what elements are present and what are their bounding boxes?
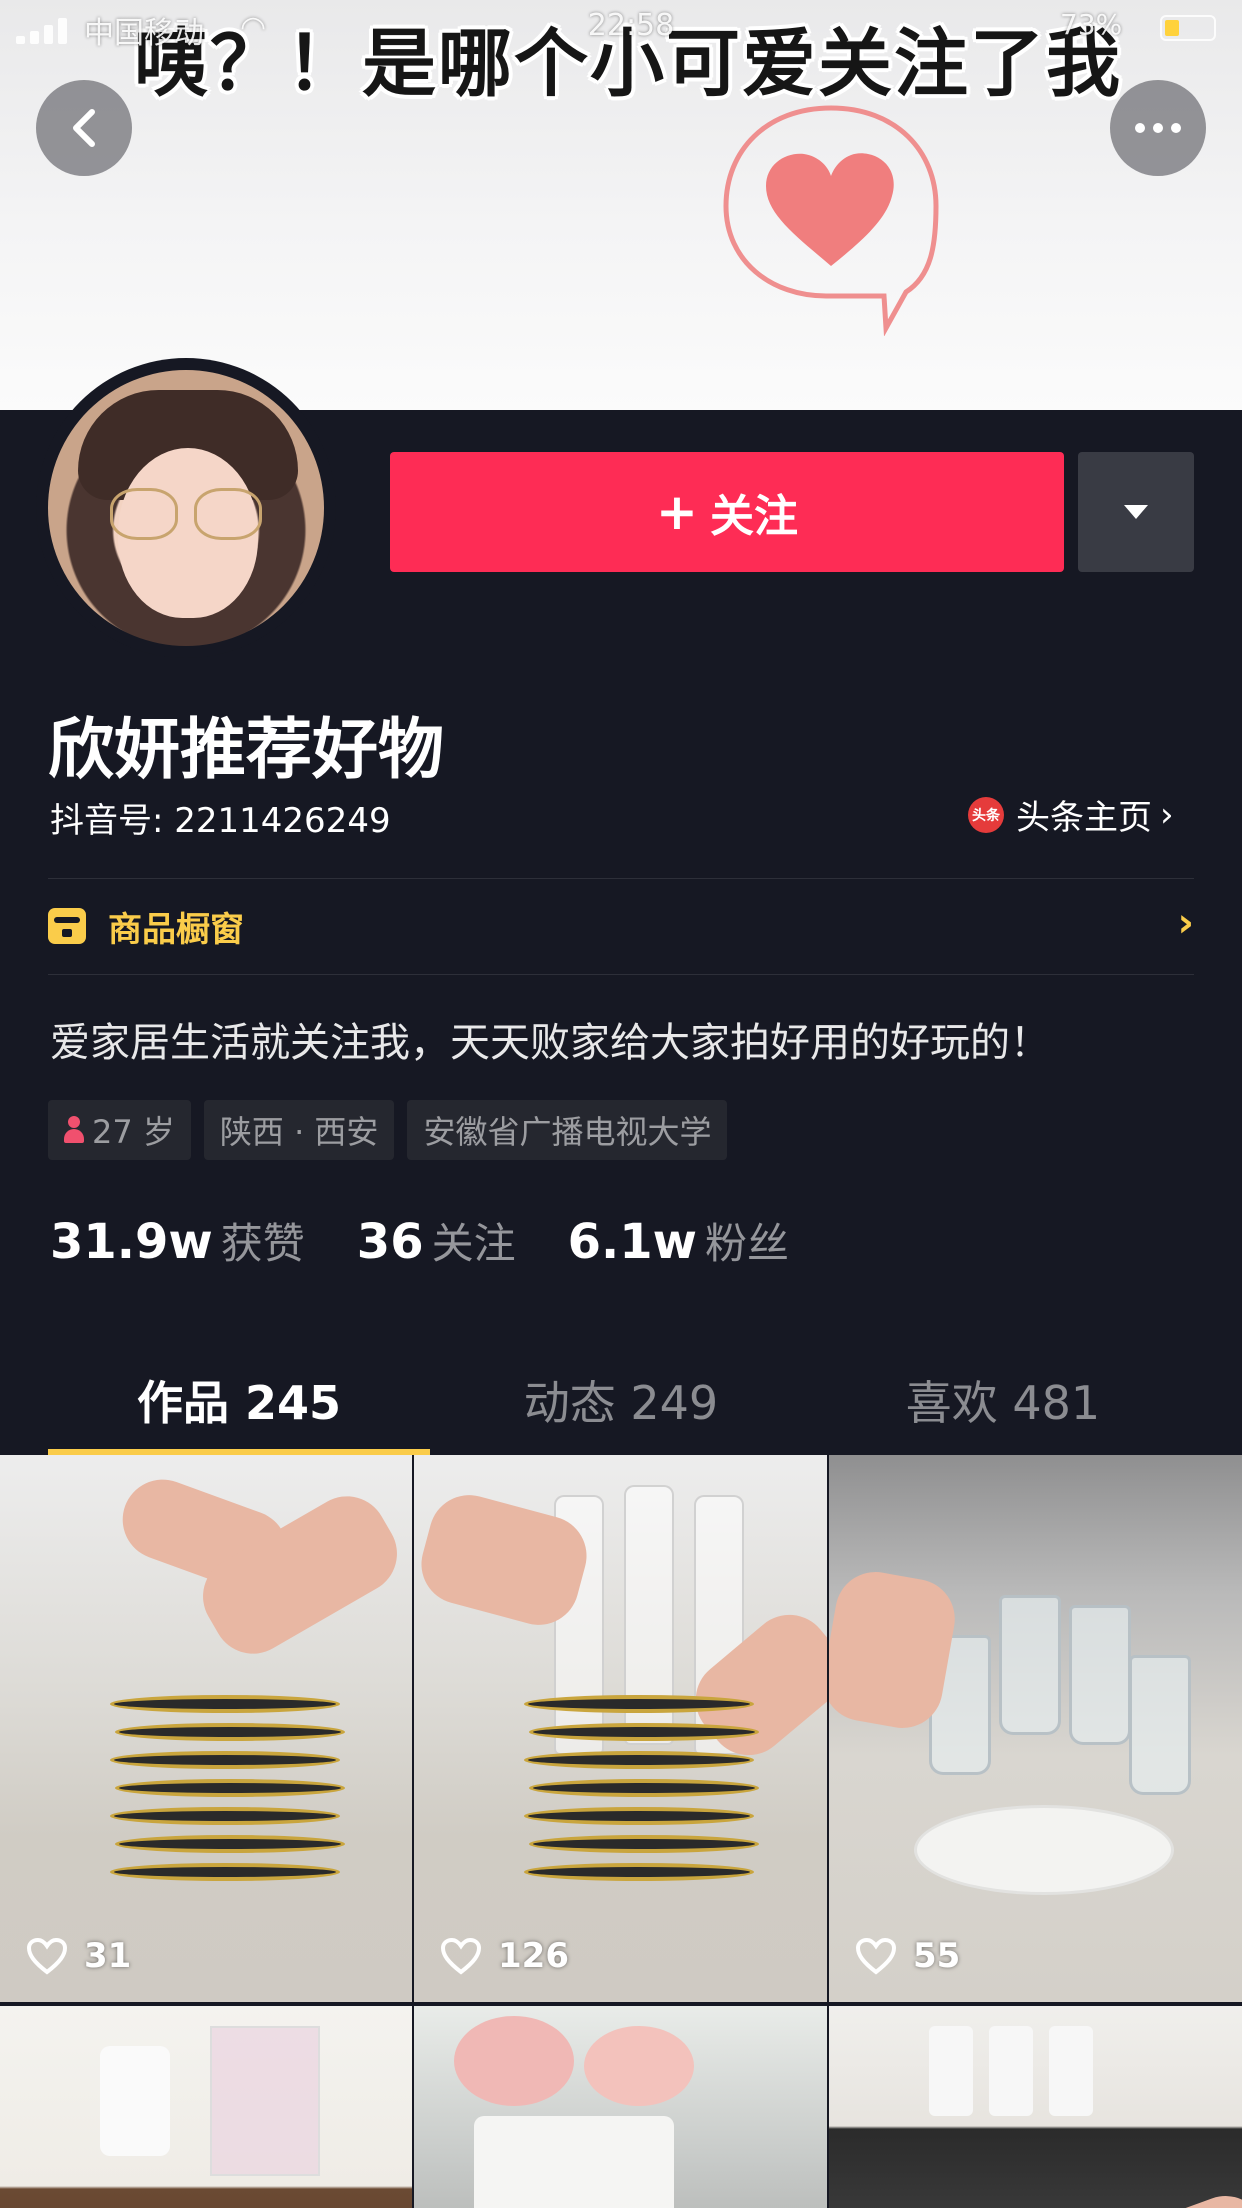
like-count: 126: [498, 1936, 569, 1976]
wifi-icon: ◠: [240, 10, 267, 45]
video-thumbnail[interactable]: 126: [414, 1455, 827, 2002]
video-thumbnail[interactable]: [0, 2006, 412, 2208]
profile-cover: 咦？！是哪个小可爱关注了我 中国移动 ◠ 22:58 73%: [0, 0, 1242, 410]
video-thumbnail[interactable]: [829, 2006, 1242, 2208]
chevron-right-icon: ›: [1160, 794, 1174, 835]
toutiao-label: 头条主页: [1016, 798, 1152, 838]
location-tag: 陕西 · 西安: [203, 1100, 395, 1160]
heart-icon: [26, 1937, 68, 1975]
clock: 22:58: [587, 8, 675, 43]
tab-likes[interactable]: 喜欢 481: [812, 1345, 1194, 1455]
nickname: 欣妍推荐好物: [48, 711, 444, 788]
like-count: 31: [84, 1936, 132, 1976]
toutiao-icon: 头条: [968, 796, 1004, 833]
heart-icon: [855, 1937, 897, 1975]
recommend-dropdown-button[interactable]: [1078, 452, 1194, 572]
video-likes: 55: [855, 1936, 960, 1976]
douyin-id: 抖音号: 2211426249: [50, 801, 391, 841]
chevron-right-icon: ›: [1177, 900, 1194, 946]
status-bar: 中国移动 ◠ 22:58 73%: [0, 0, 1242, 56]
school-tag: 安徽省广播电视大学: [407, 1100, 728, 1160]
followers-stat[interactable]: 6.1w 粉丝: [568, 1210, 789, 1271]
follow-label: 关注: [709, 491, 798, 542]
battery-icon: [1160, 15, 1216, 41]
plus-icon: +: [656, 483, 698, 541]
avatar[interactable]: [36, 358, 336, 658]
video-thumbnail[interactable]: 31: [0, 1455, 412, 2002]
profile-tabs: 作品 245 动态 249 喜欢 481: [48, 1345, 1194, 1455]
age-tag: 27 岁: [48, 1100, 191, 1160]
profile-header: + 关注 欣妍推荐好物 抖音号: 2211426249 头条 头条主页 › 商品…: [0, 358, 1242, 1455]
video-thumbnail[interactable]: [414, 2006, 827, 2208]
signal-icon: [16, 18, 72, 44]
video-likes: 31: [26, 1936, 131, 1976]
gender-female-icon: [64, 1116, 84, 1144]
video-thumbnail[interactable]: 55: [829, 1455, 1242, 2002]
speech-heart-icon: [723, 105, 939, 336]
following-count: 36: [356, 1214, 424, 1270]
divider: [48, 974, 1194, 975]
profile-tags: 27 岁 陕西 · 西安 安徽省广播电视大学: [48, 1100, 728, 1160]
tab-works[interactable]: 作品 245: [48, 1345, 430, 1455]
bio: 爱家居生活就关注我，天天败家给大家拍好用的好玩的！: [50, 1020, 1050, 1066]
shop-window-label: 商品橱窗: [108, 909, 244, 950]
toutiao-homepage-link[interactable]: 头条 头条主页 ›: [968, 790, 1174, 839]
following-stat[interactable]: 36 关注: [357, 1210, 516, 1271]
shop-window-row[interactable]: 商品橱窗 ›: [48, 878, 1194, 974]
shop-icon: [48, 908, 86, 944]
like-count: 55: [913, 1936, 961, 1976]
avatar-image: [48, 370, 324, 646]
more-button[interactable]: [1110, 80, 1206, 176]
carrier-label: 中国移动: [84, 16, 204, 51]
likes-stat: 31.9w 获赞: [50, 1210, 305, 1271]
age-label: 27 岁: [92, 1113, 175, 1151]
follow-button[interactable]: + 关注: [390, 452, 1064, 572]
profile-stats: 31.9w 获赞 36 关注 6.1w 粉丝: [50, 1210, 841, 1271]
caret-down-icon: [1124, 505, 1148, 519]
followers-count: 6.1w: [567, 1214, 697, 1270]
tab-dynamics[interactable]: 动态 249: [430, 1345, 812, 1455]
video-grid: 31 126 55: [0, 1455, 1242, 2208]
back-icon: [73, 109, 95, 147]
video-likes: 126: [440, 1936, 569, 1976]
heart-icon: [440, 1937, 482, 1975]
battery-percent: 73%: [1060, 8, 1123, 41]
likes-label: 获赞: [220, 1219, 305, 1268]
back-button[interactable]: [36, 80, 132, 176]
following-label: 关注: [431, 1219, 516, 1268]
likes-count: 31.9w: [50, 1214, 213, 1270]
followers-label: 粉丝: [704, 1219, 789, 1268]
more-icon: [1135, 123, 1181, 133]
